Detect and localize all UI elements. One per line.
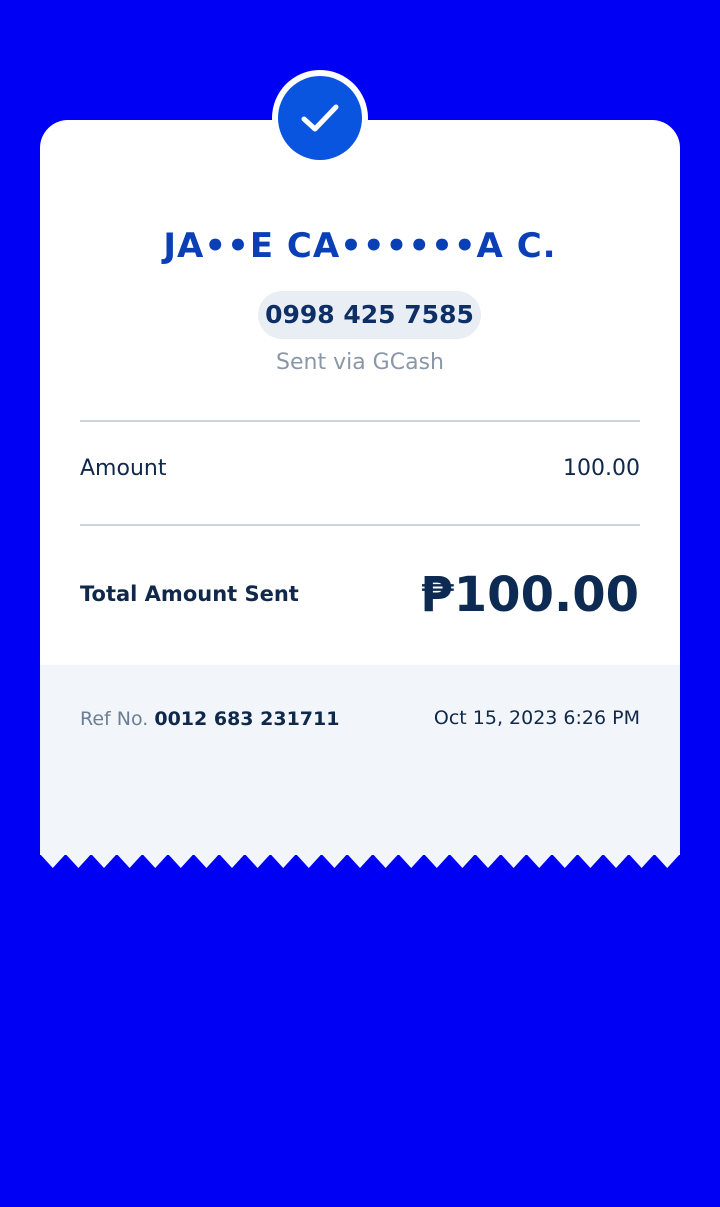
reference-label: Ref No. xyxy=(80,708,149,730)
torn-edge xyxy=(40,854,680,868)
sent-via-text: Sent via GCash xyxy=(276,350,444,375)
amount-value: 100.00 xyxy=(563,456,640,481)
total-amount-value: ₱100.00 xyxy=(420,567,639,623)
check-icon xyxy=(301,104,339,132)
total-amount-label: Total Amount Sent xyxy=(80,582,299,606)
divider-top xyxy=(80,420,640,422)
recipient-name: JA••E CA••••••A C. xyxy=(163,226,557,266)
reference-line: Ref No. 0012 683 231711 xyxy=(80,708,339,730)
success-badge xyxy=(272,70,368,166)
receipt-footer-section xyxy=(40,665,680,855)
reference-number[interactable]: 0012 683 231711 xyxy=(154,708,339,730)
success-circle xyxy=(278,76,362,160)
amount-label: Amount xyxy=(80,456,167,481)
recipient-phone: 0998 425 7585 xyxy=(258,291,481,339)
transaction-datetime: Oct 15, 2023 6:26 PM xyxy=(433,707,640,729)
divider-bottom xyxy=(80,524,640,526)
